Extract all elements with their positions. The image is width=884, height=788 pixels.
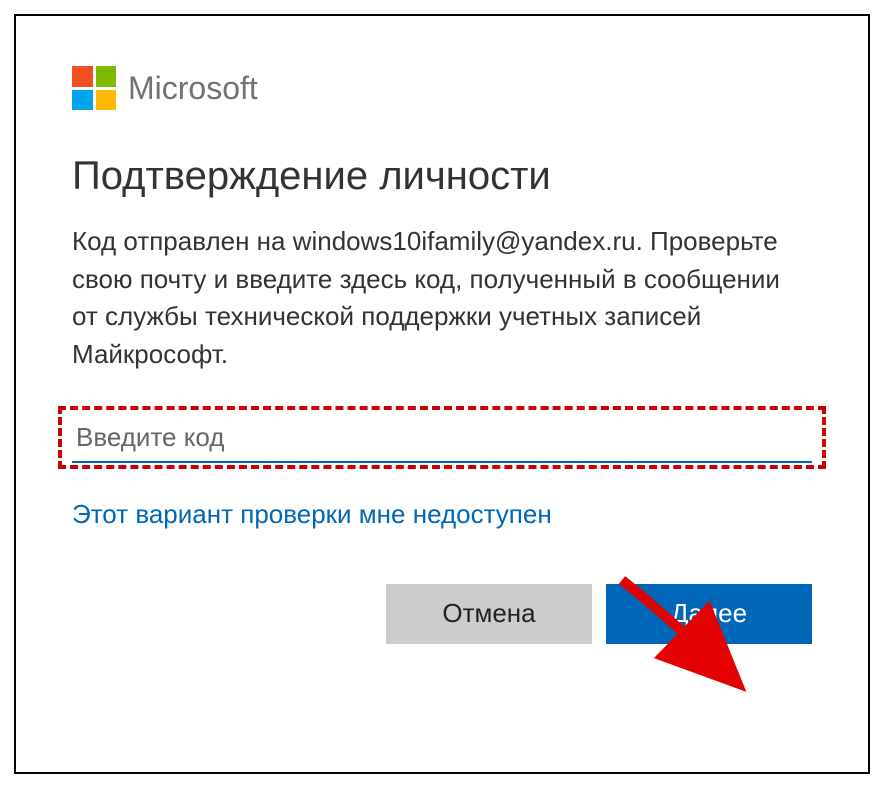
- alt-verification-link[interactable]: Этот вариант проверки мне недоступен: [72, 499, 552, 530]
- dialog-title: Подтверждение личности: [72, 154, 812, 199]
- brand-name: Microsoft: [128, 70, 258, 107]
- code-input-wrap: [72, 416, 812, 463]
- button-row: Отмена Далее: [72, 584, 812, 644]
- dialog-description: Код отправлен на windows10ifamily@yandex…: [72, 223, 812, 374]
- cancel-button[interactable]: Отмена: [386, 584, 592, 644]
- code-input[interactable]: [72, 416, 812, 463]
- next-button[interactable]: Далее: [606, 584, 812, 644]
- verify-identity-dialog: Microsoft Подтверждение личности Код отп…: [14, 14, 870, 774]
- microsoft-logo-icon: [72, 66, 116, 110]
- brand-row: Microsoft: [72, 66, 812, 110]
